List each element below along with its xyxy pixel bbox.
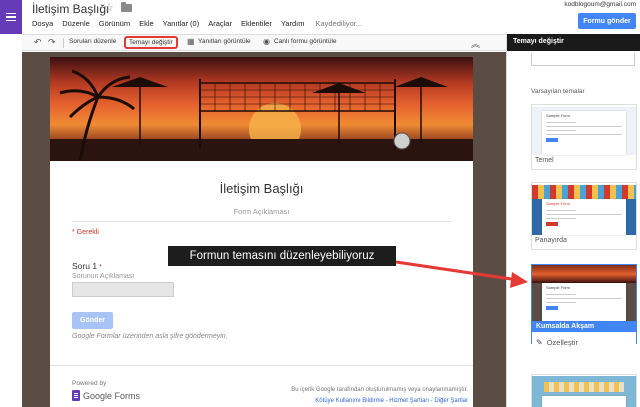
forms-menu-icon[interactable] — [0, 0, 22, 34]
form-card: İletişim Başlığı Form Açıklaması * Gerek… — [50, 57, 473, 407]
document-title[interactable]: İletişim Başlığı — [32, 2, 109, 16]
theme-card-beach-evening[interactable]: Sample Form Kumsalda Akşam ✎ Özelleştir — [531, 264, 637, 353]
change-theme-button[interactable]: Temayı değiştir — [124, 36, 178, 49]
menu-bar: Dosya Düzenle Görünüm Ekle Yanıtlar (0) … — [32, 19, 362, 28]
collapse-icon[interactable]: ︽ — [471, 37, 480, 50]
menu-insert[interactable]: Ekle — [139, 19, 154, 28]
theme-card-carnival[interactable]: Sample Form Panayırda — [531, 182, 637, 250]
undo-icon[interactable]: ↶ — [34, 37, 42, 48]
footer-links[interactable]: Kötüye Kullanımı Bildirme - Hizmet Şartl… — [230, 398, 468, 404]
customize-label: Özelleştir — [546, 338, 578, 347]
google-forms-icon — [72, 390, 80, 401]
question-description: Sorunun Açıklaması — [72, 273, 135, 280]
required-star: * — [99, 264, 102, 271]
user-email[interactable]: kodblogoum@gmail.com — [564, 1, 636, 8]
left-strip — [0, 34, 22, 407]
toolbar: ↶ ↷ Soruları düzenle Temayı değiştir ▦ Y… — [22, 34, 506, 51]
selected-theme-name: Kumsalda Akşam — [536, 323, 595, 330]
form-canvas: İletişim Başlığı Form Açıklaması * Gerek… — [22, 52, 506, 407]
theme-thumbnail: Sample Form — [532, 107, 636, 155]
live-form-icon: ◉ — [263, 37, 270, 46]
customize-button[interactable]: ✎ Özelleştir — [532, 332, 636, 353]
menu-addons[interactable]: Eklentiler — [241, 19, 272, 28]
password-warning: Google Formlar üzerinden asla şifre gönd… — [72, 333, 228, 340]
theme-card-basic[interactable]: Sample Form Temel — [531, 104, 637, 170]
theme-thumbnail: Sample Form — [532, 185, 636, 235]
menu-responses[interactable]: Yanıtlar (0) — [163, 19, 200, 28]
edit-questions-button[interactable]: Soruları düzenle — [69, 38, 116, 45]
annotation-callout: Formun temasını düzenleyebiliyoruz — [168, 246, 396, 266]
menu-view[interactable]: Görünüm — [99, 19, 130, 28]
view-live-form-button[interactable]: Canlı formu görüntüle — [274, 38, 337, 45]
theme-banner — [50, 57, 473, 161]
redo-icon[interactable]: ↷ — [48, 37, 56, 48]
form-title[interactable]: İletişim Başlığı — [50, 181, 473, 196]
default-themes-label: Varsayılan temalar — [531, 88, 585, 95]
theme-search-input[interactable] — [531, 53, 635, 66]
theme-name: Panayırda — [535, 237, 567, 244]
footer-divider — [50, 365, 473, 366]
folder-icon[interactable] — [121, 2, 132, 12]
app-header: İletişim Başlığı ☆ Dosya Düzenle Görünüm… — [0, 0, 640, 34]
beach-sunset-image — [50, 69, 473, 161]
question-title-text: Soru 1 — [72, 261, 98, 271]
menu-file[interactable]: Dosya — [32, 19, 53, 28]
view-responses-button[interactable]: Yanıtları görüntüle — [198, 38, 251, 45]
save-status: Kaydediliyor... — [315, 19, 363, 28]
thumbnail-title: Sample Form — [546, 113, 571, 118]
star-icon[interactable]: ☆ — [104, 1, 114, 14]
form-divider — [72, 221, 452, 222]
menu-help[interactable]: Yardım — [281, 19, 305, 28]
theme-card-next[interactable] — [531, 374, 637, 407]
google-forms-brand: Google Forms — [83, 390, 141, 401]
powered-by-label: Powered by — [72, 380, 107, 387]
required-note: * Gerekli — [72, 229, 99, 236]
theme-panel: Temayı değiştir Varsayılan temalar Sampl… — [506, 34, 640, 407]
thumbnail-title: Sample Form — [546, 285, 571, 290]
responses-icon: ▦ — [187, 37, 195, 46]
send-form-button[interactable]: Formu gönder — [578, 13, 636, 29]
theme-name: Temel — [535, 157, 554, 164]
question-title[interactable]: Soru 1 * — [72, 261, 102, 271]
toolbar-divider — [63, 38, 64, 48]
theme-thumbnail: Sample Form — [532, 265, 636, 321]
pencil-icon: ✎ — [536, 338, 543, 347]
form-description[interactable]: Form Açıklaması — [50, 207, 473, 216]
footer-disclaimer: Bu içerik Google tarafından oluşturulmam… — [291, 387, 468, 393]
answer-input[interactable] — [72, 282, 174, 297]
menu-tools[interactable]: Araçlar — [208, 19, 232, 28]
panel-header: Temayı değiştir — [507, 34, 640, 51]
google-forms-logo[interactable]: Google Forms — [72, 390, 140, 401]
thumbnail-title: Sample Form — [546, 201, 571, 206]
menu-edit[interactable]: Düzenle — [62, 19, 90, 28]
theme-thumbnail — [532, 376, 636, 407]
submit-button[interactable]: Gönder — [72, 312, 113, 329]
